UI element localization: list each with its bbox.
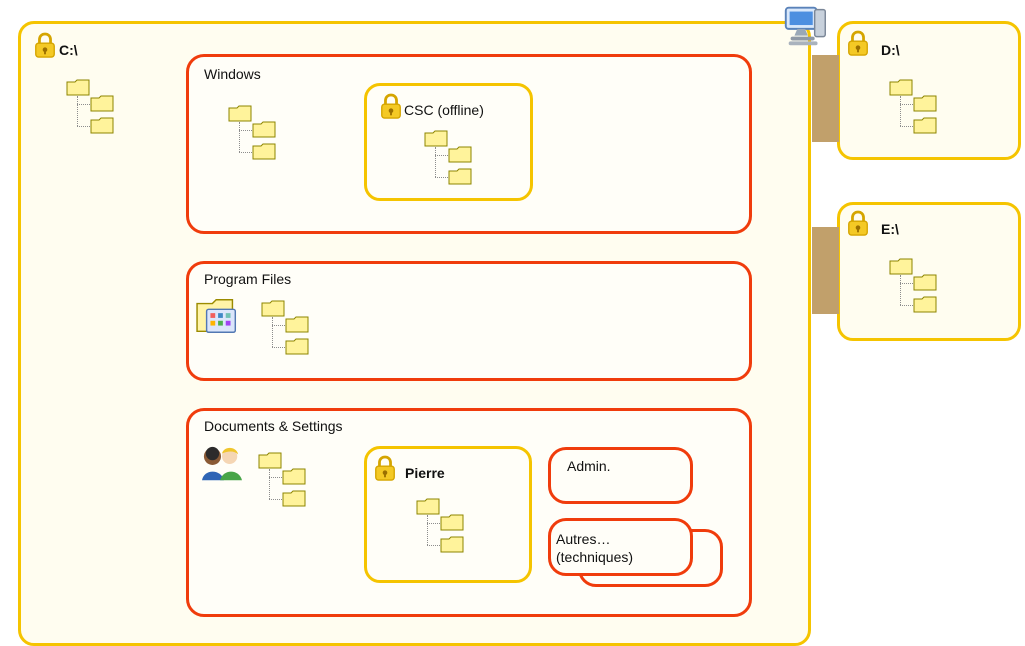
tree-connector-horizontal xyxy=(239,130,252,131)
tree-connector-vertical xyxy=(77,96,78,126)
tree-connector-horizontal xyxy=(77,104,90,105)
tree-connector-horizontal xyxy=(900,305,913,306)
folder-icon xyxy=(252,143,276,160)
tree-connector-vertical xyxy=(272,317,273,347)
drive-e-label: E:\ xyxy=(881,221,899,237)
pierre-folder-tree xyxy=(416,497,484,559)
drive-d-folder-tree xyxy=(889,78,957,140)
folder-icon xyxy=(285,338,309,355)
program-files-icon xyxy=(196,299,237,333)
lock-icon xyxy=(848,210,868,236)
autres-label: Autres… (techniques) xyxy=(556,531,634,565)
tree-connector-vertical xyxy=(900,275,901,305)
folder-icon xyxy=(90,95,114,112)
folder-icon xyxy=(285,316,309,333)
admin-section xyxy=(548,447,693,504)
drive-e-connector xyxy=(812,227,839,314)
tree-connector-horizontal xyxy=(427,523,440,524)
folder-icon xyxy=(416,498,440,515)
storage-diagram: C:\ Windows CSC (offline) Program Files xyxy=(0,0,1025,646)
tree-connector-horizontal xyxy=(269,499,282,500)
documents-folder-tree xyxy=(258,451,326,513)
users-icon xyxy=(202,446,242,481)
drive-d-label: D:\ xyxy=(881,42,900,58)
folder-icon xyxy=(889,258,913,275)
tree-connector-vertical xyxy=(435,147,436,177)
folder-icon xyxy=(90,117,114,134)
tree-connector-horizontal xyxy=(427,545,440,546)
drive-d-connector xyxy=(812,55,839,142)
folder-icon xyxy=(448,168,472,185)
tree-connector-horizontal xyxy=(435,177,448,178)
folder-icon xyxy=(252,121,276,138)
folder-icon xyxy=(913,95,937,112)
computer-icon xyxy=(784,6,826,46)
tree-connector-vertical xyxy=(239,122,240,152)
tree-connector-horizontal xyxy=(900,104,913,105)
folder-icon xyxy=(913,117,937,134)
tree-connector-horizontal xyxy=(272,325,285,326)
folder-icon xyxy=(913,296,937,313)
windows-label: Windows xyxy=(204,66,261,82)
lock-icon xyxy=(848,30,868,56)
folder-icon xyxy=(258,452,282,469)
tree-connector-vertical xyxy=(427,515,428,545)
tree-connector-vertical xyxy=(900,96,901,126)
tree-connector-horizontal xyxy=(269,477,282,478)
tree-connector-horizontal xyxy=(900,126,913,127)
csc-folder-tree xyxy=(424,129,492,191)
folder-icon xyxy=(66,79,90,96)
tree-connector-horizontal xyxy=(272,347,285,348)
pierre-label: Pierre xyxy=(405,465,445,481)
folder-icon xyxy=(889,79,913,96)
admin-label: Admin. xyxy=(567,458,611,474)
windows-folder-tree xyxy=(228,104,296,166)
folder-icon xyxy=(282,490,306,507)
lock-icon xyxy=(381,93,401,119)
drive-c-folder-tree xyxy=(66,78,134,140)
program-files-label: Program Files xyxy=(204,271,292,287)
tree-connector-vertical xyxy=(269,469,270,499)
folder-icon xyxy=(440,514,464,531)
tree-connector-horizontal xyxy=(900,283,913,284)
drive-c-label: C:\ xyxy=(59,42,78,58)
folder-icon xyxy=(282,468,306,485)
lock-icon xyxy=(35,32,55,58)
folder-icon xyxy=(440,536,464,553)
folder-icon xyxy=(913,274,937,291)
tree-connector-horizontal xyxy=(435,155,448,156)
csc-offline-label: CSC (offline) xyxy=(404,102,484,118)
folder-icon xyxy=(261,300,285,317)
folder-icon xyxy=(424,130,448,147)
tree-connector-horizontal xyxy=(77,126,90,127)
lock-icon xyxy=(375,455,395,481)
folder-icon xyxy=(448,146,472,163)
drive-e-folder-tree xyxy=(889,257,957,319)
tree-connector-horizontal xyxy=(239,152,252,153)
folder-icon xyxy=(228,105,252,122)
program-files-folder-tree xyxy=(261,299,329,361)
documents-settings-label: Documents & Settings xyxy=(204,418,343,434)
